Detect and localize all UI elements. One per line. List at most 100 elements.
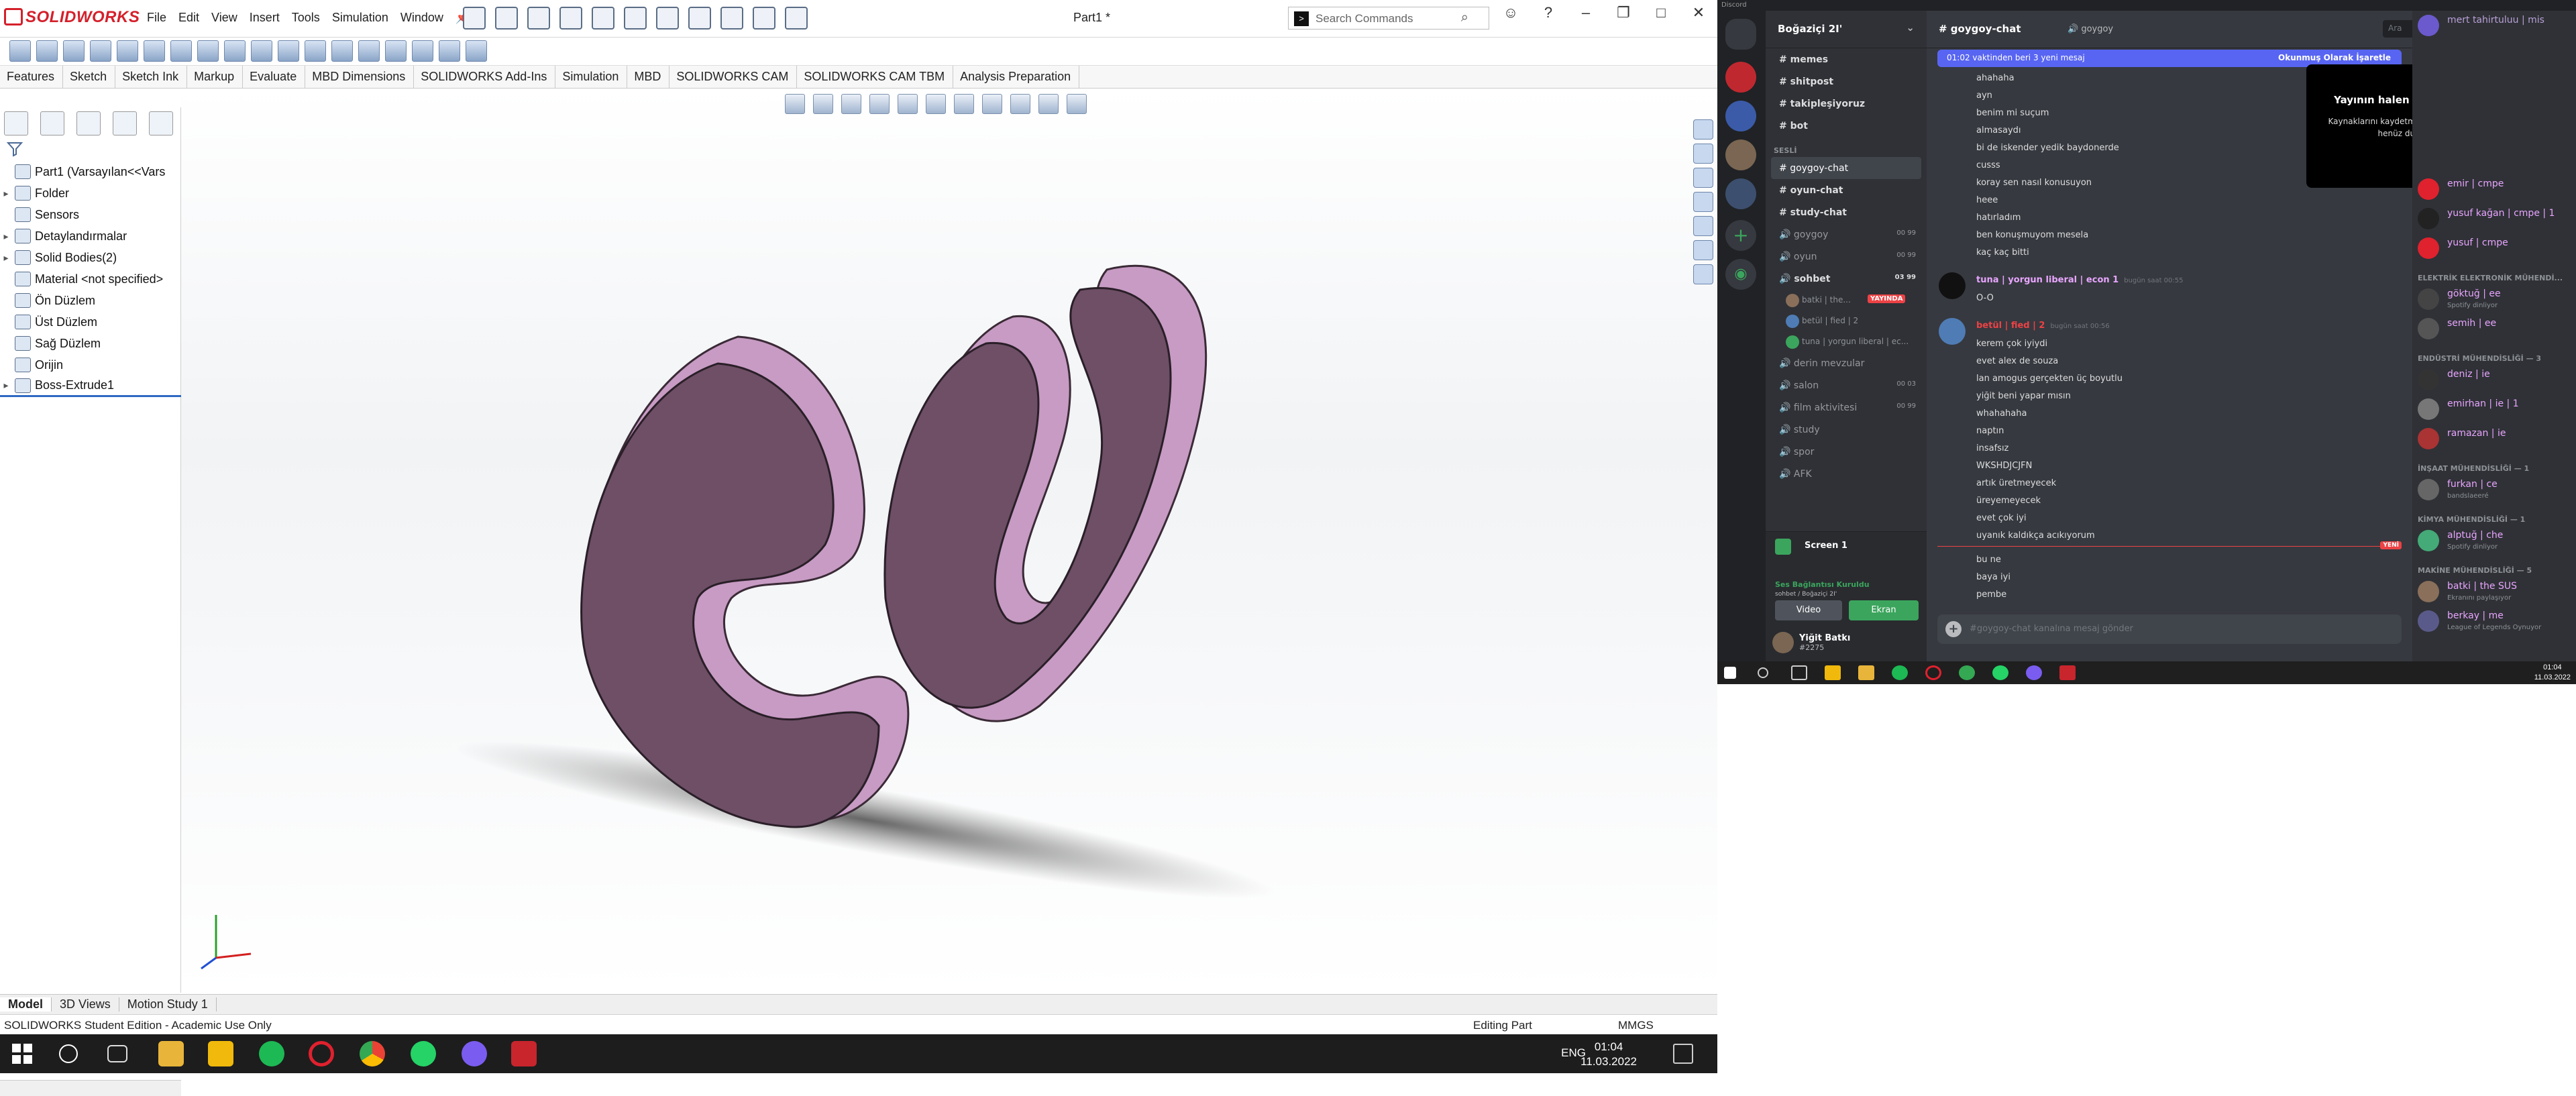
tree-item-front-plane[interactable]: Ön Düzlem [0, 290, 181, 311]
menu-tools[interactable]: Tools [286, 11, 326, 25]
voice-channel-oyun[interactable]: 🔊 oyun 00 99 [1766, 245, 1927, 268]
expand-arrow[interactable]: ▸ [0, 188, 12, 199]
whatsapp-icon[interactable] [1992, 665, 2008, 680]
channel-derin-mevzular[interactable]: 🔊 derin mevzular [1766, 352, 1927, 374]
binance-icon[interactable] [1825, 665, 1841, 680]
swept-boss-icon[interactable] [63, 40, 85, 62]
tree-item-annotations[interactable]: ▸ Detaylandırmalar [0, 225, 181, 247]
panel-scrollbar[interactable] [0, 1080, 181, 1096]
select-icon[interactable] [688, 7, 711, 30]
avatar[interactable] [1939, 318, 1966, 345]
new-file-icon[interactable] [495, 7, 518, 30]
channel-oyun-chat[interactable]: # oyun-chat [1766, 179, 1927, 201]
add-server-icon[interactable]: + [1725, 220, 1756, 251]
help-icon[interactable]: ? [1529, 4, 1567, 21]
tab-markup[interactable]: Markup [187, 66, 244, 89]
member[interactable]: mert tahirtuluu | mis [2412, 11, 2576, 40]
discord-taskbar-icon[interactable] [462, 1041, 487, 1066]
voice-user[interactable]: betül | fied | 2 [1766, 311, 1927, 331]
dimxpert-tab-icon[interactable] [113, 111, 137, 135]
extruded-body-v[interactable] [883, 264, 1208, 722]
search-commands-input[interactable]: > Search Commands ⌕ [1288, 7, 1489, 30]
tab-mbd-dimensions[interactable]: MBD Dimensions [305, 66, 415, 89]
user-icon[interactable]: ☺ [1492, 4, 1529, 21]
voice-channel-sohbet[interactable]: 🔊 sohbet 03 99 [1766, 268, 1927, 290]
task-view-icon[interactable] [1791, 665, 1807, 680]
member[interactable]: furkan | ce bandslaeeré [2412, 475, 2576, 504]
tree-item-boss-extrude1[interactable]: ▸ Boss-Extrude1 [0, 376, 181, 397]
tree-item-part1[interactable]: Part1 (Varsayılan<<Vars [0, 161, 181, 182]
tab-motion-study[interactable]: Motion Study 1 [119, 997, 217, 1011]
display-manager-tab-icon[interactable] [149, 111, 173, 135]
tree-item-sensors[interactable]: Sensors [0, 204, 181, 225]
channel-memes[interactable]: # memes [1766, 48, 1927, 70]
solidworks-taskbar-icon[interactable] [511, 1041, 537, 1066]
wrap-icon[interactable] [385, 40, 407, 62]
tree-item-material[interactable]: Material <not specified> [0, 268, 181, 290]
tab-simulation[interactable]: Simulation [555, 66, 628, 89]
open-file-icon[interactable] [527, 7, 550, 30]
menu-view[interactable]: View [205, 11, 244, 25]
rib-icon[interactable] [305, 40, 326, 62]
menu-simulation[interactable]: Simulation [326, 11, 394, 25]
filter-icon[interactable] [6, 141, 23, 157]
channel-film-aktivitesi[interactable]: 🔊 film aktivitesi 00 99 [1766, 396, 1927, 419]
spotify-icon[interactable] [1892, 665, 1908, 680]
tab-evaluate[interactable]: Evaluate [243, 66, 306, 89]
category-sesli[interactable]: SESLİ [1766, 137, 1927, 157]
server-icon[interactable] [1725, 101, 1756, 131]
spotify-icon[interactable] [259, 1041, 284, 1066]
restore-icon[interactable]: ❐ [1605, 4, 1642, 21]
message-input[interactable]: + #goygoy-chat kanalına mesaj gönder [1937, 614, 2402, 644]
attach-plus-icon[interactable]: + [1945, 621, 1962, 637]
tab-model[interactable]: Model [0, 997, 52, 1011]
lofted-boss-icon[interactable] [90, 40, 111, 62]
status-units[interactable]: MMGS [1618, 1019, 1654, 1032]
member[interactable]: batki | the SUS Ekranını paylaşıyor [2412, 577, 2576, 606]
revolved-cut-icon[interactable] [197, 40, 219, 62]
member[interactable]: alptuğ | che Spotify dinliyor [2412, 526, 2576, 555]
search-icon[interactable]: ⌕ [1461, 10, 1468, 25]
solidworks-resources-icon[interactable] [1693, 119, 1713, 140]
custom-properties-icon[interactable] [1693, 264, 1713, 284]
view-palette-icon[interactable] [1693, 216, 1713, 236]
home-pane-icon[interactable] [1693, 144, 1713, 164]
undo-icon[interactable] [624, 7, 647, 30]
tab-mbd[interactable]: MBD [627, 66, 670, 89]
expand-arrow[interactable]: ▸ [0, 380, 12, 391]
taskbar-clock[interactable]: 01:04 11.03.2022 [1580, 1040, 1637, 1069]
extruded-boss-icon[interactable] [9, 40, 31, 62]
reference-geometry-icon[interactable] [412, 40, 433, 62]
print-icon[interactable] [592, 7, 614, 30]
menu-insert[interactable]: Insert [244, 11, 286, 25]
chrome-icon[interactable] [1959, 665, 1975, 680]
member[interactable]: berkay | me League of Legends Oynuyor [2412, 606, 2576, 636]
notification-icon[interactable] [1673, 1044, 1693, 1064]
server-icon[interactable] [1725, 62, 1756, 93]
instant3d-icon[interactable] [466, 40, 487, 62]
tree-item-solid-bodies[interactable]: ▸ Solid Bodies(2) [0, 247, 181, 268]
close-icon[interactable]: ✕ [1680, 4, 1717, 21]
server-header[interactable]: Boğaziçi 2I' ⌄ [1766, 11, 1927, 48]
member[interactable]: emir | cmpe [2412, 174, 2576, 204]
channel-salon[interactable]: 🔊 salon 00 03 [1766, 374, 1927, 396]
extruded-cut-icon[interactable] [144, 40, 165, 62]
home-icon[interactable] [463, 7, 486, 30]
avatar[interactable] [1772, 632, 1794, 653]
opera-icon[interactable] [309, 1041, 334, 1066]
save-icon[interactable] [559, 7, 582, 30]
taskbar-clock[interactable]: 01:04 11.03.2022 [2534, 663, 2571, 683]
configuration-manager-tab-icon[interactable] [76, 111, 101, 135]
file-explorer-icon[interactable] [1693, 192, 1713, 212]
header-voice-channel[interactable]: 🔊 goygoy [2068, 24, 2113, 34]
server-icon[interactable] [1725, 140, 1756, 170]
binance-icon[interactable] [208, 1041, 233, 1066]
server-icon[interactable] [1725, 178, 1756, 209]
tab-sketch[interactable]: Sketch [63, 66, 116, 89]
minimize-icon[interactable]: – [1567, 4, 1605, 21]
channel-shitpost[interactable]: # shitpost [1766, 70, 1927, 93]
member[interactable]: yusuf | cmpe [2412, 233, 2576, 263]
screen-button[interactable]: Ekran [1849, 600, 1919, 620]
member[interactable]: deniz | ie [2412, 365, 2576, 394]
tab-cam[interactable]: SOLIDWORKS CAM [669, 66, 798, 89]
